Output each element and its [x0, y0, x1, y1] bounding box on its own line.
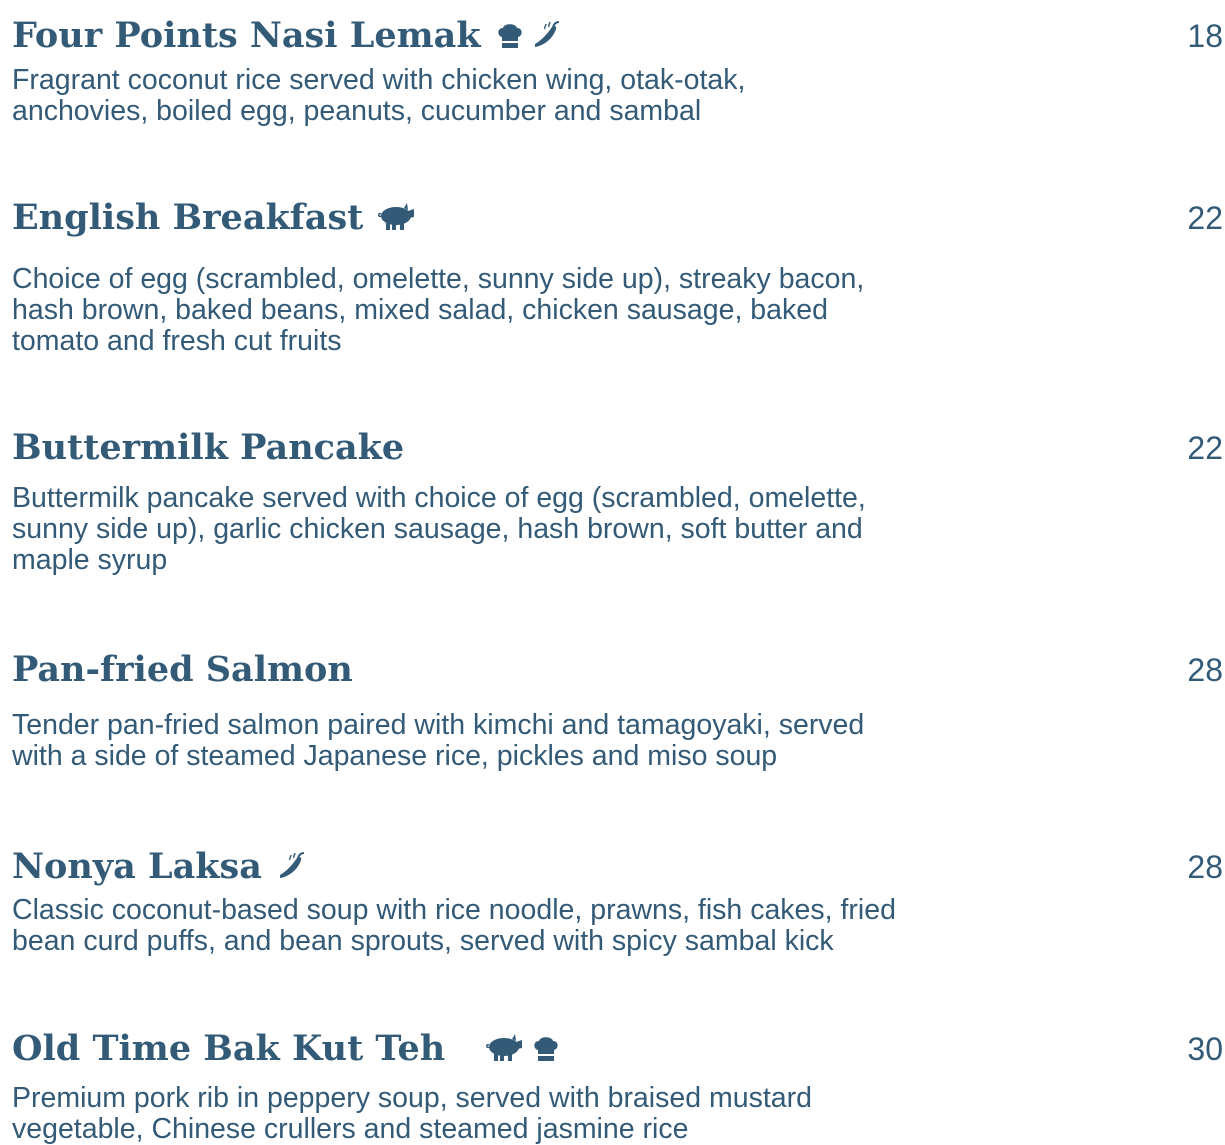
menu-item: Old Time Bak Kut Teh 30 Premium pork rib… — [12, 1019, 1223, 1145]
dish-name-text: English Breakfast — [12, 197, 364, 238]
dish-description: Buttermilk pancake served with choice of… — [12, 483, 1002, 576]
dish-name: Old Time Bak Kut Teh — [12, 1019, 567, 1081]
dish-price: 22 — [1187, 430, 1223, 466]
menu-item: Buttermilk Pancake 22 Buttermilk pancake… — [12, 418, 1223, 576]
dish-name: Nonya Laksa — [12, 837, 314, 899]
description-line: Buttermilk pancake served with choice of… — [12, 482, 866, 514]
dish-name: Four Points Nasi Lemak — [12, 6, 569, 68]
description-line: Fragrant coconut rice served with chicke… — [12, 64, 746, 96]
dish-description: Premium pork rib in peppery soup, served… — [12, 1083, 1002, 1145]
dish-description: Choice of egg (scrambled, omelette, sunn… — [12, 264, 1002, 357]
dish-icons — [276, 835, 314, 895]
dish-price: 22 — [1187, 200, 1223, 236]
chili-icon — [279, 852, 304, 878]
description-line: sunny side up), garlic chicken sausage, … — [12, 513, 863, 545]
description-line: maple syrup — [12, 544, 168, 576]
menu-item: Four Points Nasi Lemak 18 Fragrant cocon… — [12, 6, 1223, 127]
pig-icon — [378, 203, 415, 230]
dish-description: Classic coconut-based soup with rice noo… — [12, 895, 1002, 957]
dish-name-text: Old Time Bak Kut Teh — [12, 1028, 446, 1069]
dish-price: 28 — [1187, 849, 1223, 885]
description-line: hash brown, baked beans, mixed salad, ch… — [12, 294, 828, 326]
description-line: anchovies, boiled egg, peanuts, cucumber… — [12, 95, 702, 127]
description-line: Choice of egg (scrambled, omelette, sunn… — [12, 263, 865, 295]
dish-icons — [377, 186, 423, 246]
menu-item-header: Old Time Bak Kut Teh 30 — [12, 1019, 1223, 1083]
description-line: bean curd puffs, and bean sprouts, serve… — [12, 925, 834, 957]
dish-name-text: Buttermilk Pancake — [12, 427, 405, 468]
description-line: with a side of steamed Japanese rice, pi… — [12, 740, 778, 772]
menu-item: Nonya Laksa 28 Classic coconut-based sou… — [12, 837, 1223, 957]
description-line: Tender pan-fried salmon paired with kimc… — [12, 709, 865, 741]
dish-description: Fragrant coconut rice served with chicke… — [12, 65, 1002, 127]
pig-icon — [486, 1034, 523, 1061]
dish-price: 18 — [1187, 18, 1223, 54]
menu: Four Points Nasi Lemak 18 Fragrant cocon… — [12, 0, 1223, 1145]
dish-name-text: Nonya Laksa — [12, 846, 262, 887]
description-line: vegetable, Chinese crullers and steamed … — [12, 1113, 689, 1145]
description-line: Premium pork rib in peppery soup, served… — [12, 1082, 812, 1114]
dish-name: Pan-fried Salmon — [12, 640, 353, 700]
menu-item-header: Nonya Laksa 28 — [12, 837, 1223, 901]
menu-item: Pan-fried Salmon 28 Tender pan-fried sal… — [12, 640, 1223, 772]
dish-name: English Breakfast — [12, 188, 423, 250]
menu-item: English Breakfast 22 Choice of egg (scra… — [12, 188, 1223, 357]
menu-item-header: Four Points Nasi Lemak 18 — [12, 6, 1223, 70]
chef-hat-icon — [497, 24, 522, 48]
dish-price: 30 — [1187, 1031, 1223, 1067]
description-line: tomato and fresh cut fruits — [12, 325, 342, 357]
description-line: Classic coconut-based soup with rice noo… — [12, 894, 896, 926]
dish-description: Tender pan-fried salmon paired with kimc… — [12, 710, 1002, 772]
dish-name: Buttermilk Pancake — [12, 418, 404, 478]
menu-item-header: Buttermilk Pancake 22 — [12, 418, 1223, 482]
dish-icons — [485, 1017, 567, 1077]
dish-icons — [495, 4, 569, 64]
menu-item-header: English Breakfast 22 — [12, 188, 1223, 252]
dish-name-text: Pan-fried Salmon — [12, 649, 353, 690]
chef-hat-icon — [534, 1037, 558, 1061]
dish-name-text: Four Points Nasi Lemak — [12, 15, 481, 56]
chili-icon — [534, 21, 559, 47]
dish-price: 28 — [1187, 652, 1223, 688]
menu-item-header: Pan-fried Salmon 28 — [12, 640, 1223, 704]
